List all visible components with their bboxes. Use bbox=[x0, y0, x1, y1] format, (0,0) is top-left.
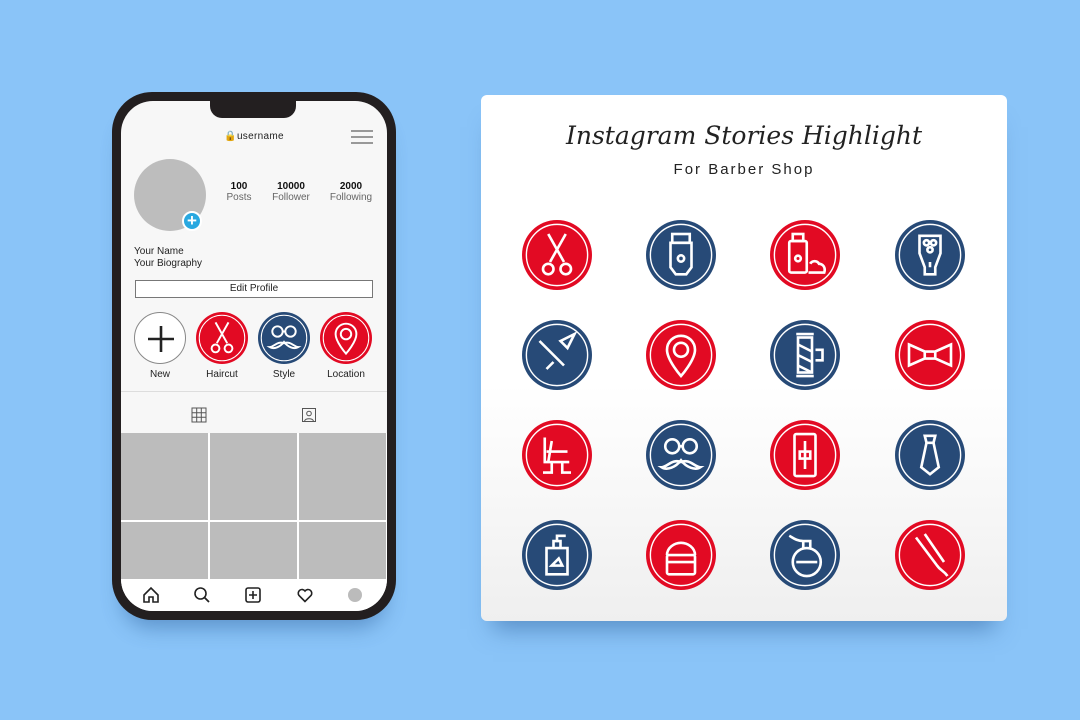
highlight-cover-electric-shaver[interactable] bbox=[895, 220, 965, 290]
highlight-label: Location bbox=[327, 369, 365, 380]
plus-icon bbox=[148, 326, 174, 352]
highlight-label: Haircut bbox=[206, 369, 238, 380]
bow-tie-icon bbox=[898, 323, 962, 387]
highlight-label: New bbox=[149, 369, 170, 380]
highlight-cover-barber-chair[interactable] bbox=[522, 420, 592, 490]
profile-name: Your Name bbox=[134, 246, 184, 257]
post-thumb[interactable] bbox=[210, 433, 297, 520]
username-header: 🔒username bbox=[224, 131, 284, 142]
electric-shaver-icon bbox=[898, 223, 962, 287]
menu-icon[interactable] bbox=[351, 130, 373, 148]
highlight-cover-cream-jar[interactable] bbox=[646, 520, 716, 590]
highlight-cover-hair-straightener[interactable] bbox=[895, 520, 965, 590]
highlight-cover-razor-blade[interactable] bbox=[770, 420, 840, 490]
divider bbox=[121, 391, 387, 392]
scissors-icon bbox=[198, 314, 246, 362]
post-thumb[interactable] bbox=[299, 433, 386, 520]
phone-notch bbox=[210, 101, 296, 118]
add-story-icon[interactable]: + bbox=[182, 211, 202, 231]
card-subtitle: For Barber Shop bbox=[673, 161, 815, 178]
stat-value: 10000 bbox=[277, 181, 305, 192]
perfume-bottle-icon bbox=[773, 523, 837, 587]
search-icon[interactable] bbox=[193, 586, 211, 604]
stat-label: Follower bbox=[272, 192, 310, 203]
grid-icon[interactable] bbox=[191, 407, 207, 423]
username: username bbox=[236, 131, 284, 142]
post-thumb[interactable] bbox=[121, 522, 208, 579]
add-post-icon[interactable] bbox=[244, 586, 262, 604]
highlight-location[interactable] bbox=[320, 312, 372, 364]
stat-posts[interactable]: 100 Posts bbox=[209, 181, 269, 203]
highlight-cover-straight-razor[interactable] bbox=[522, 320, 592, 390]
stat-value: 2000 bbox=[339, 181, 363, 192]
highlight-cover-barber-pole[interactable] bbox=[770, 320, 840, 390]
stat-following[interactable]: 2000 Following bbox=[321, 181, 381, 203]
stat-label: Following bbox=[329, 192, 373, 203]
pump-bottle-icon bbox=[525, 523, 589, 587]
highlight-new[interactable] bbox=[134, 312, 186, 364]
card-title: Instagram Stories Highlight bbox=[565, 121, 923, 150]
highlights-card: Instagram Stories Highlight For Barber S… bbox=[481, 95, 1007, 621]
edit-profile-button[interactable]: Edit Profile bbox=[135, 280, 373, 298]
highlight-cover-bow-tie[interactable] bbox=[895, 320, 965, 390]
highlight-cover-location-pin[interactable] bbox=[646, 320, 716, 390]
glasses-mustache-icon bbox=[260, 314, 308, 362]
highlight-cover-necktie[interactable] bbox=[895, 420, 965, 490]
hair-clipper-icon bbox=[649, 223, 713, 287]
bottom-nav bbox=[121, 579, 387, 611]
post-thumb[interactable] bbox=[121, 433, 208, 520]
hair-straightener-icon bbox=[898, 523, 962, 587]
heart-icon[interactable] bbox=[296, 586, 314, 604]
profile-icon[interactable] bbox=[348, 588, 362, 602]
glasses-mustache-icon bbox=[649, 423, 713, 487]
shaving-cream-icon bbox=[773, 223, 837, 287]
highlight-haircut[interactable] bbox=[196, 312, 248, 364]
highlight-label: Style bbox=[272, 369, 296, 380]
necktie-icon bbox=[898, 423, 962, 487]
posts-grid bbox=[121, 433, 387, 579]
highlight-cover-perfume-bottle[interactable] bbox=[770, 520, 840, 590]
highlight-cover-scissors[interactable] bbox=[522, 220, 592, 290]
scissors-icon bbox=[525, 223, 589, 287]
home-icon[interactable] bbox=[142, 586, 160, 604]
bio-block: Your Name Your Biography bbox=[134, 246, 202, 270]
phone-screen: 🔒username + 100 Posts 10000 Follower 2000 F… bbox=[121, 101, 387, 611]
highlight-cover-glasses-mustache[interactable] bbox=[646, 420, 716, 490]
tagged-icon[interactable] bbox=[301, 407, 317, 423]
post-thumb[interactable] bbox=[299, 522, 386, 579]
stat-value: 100 bbox=[230, 181, 248, 192]
stat-followers[interactable]: 10000 Follower bbox=[261, 181, 321, 203]
profile-biography: Your Biography bbox=[134, 258, 203, 269]
straight-razor-icon bbox=[525, 323, 589, 387]
barber-chair-icon bbox=[525, 423, 589, 487]
cream-jar-icon bbox=[649, 523, 713, 587]
razor-blade-icon bbox=[773, 423, 837, 487]
highlight-style[interactable] bbox=[258, 312, 310, 364]
location-pin-icon bbox=[322, 314, 370, 362]
highlight-cover-hair-clipper[interactable] bbox=[646, 220, 716, 290]
post-thumb[interactable] bbox=[210, 522, 297, 579]
phone-mockup: 🔒username + 100 Posts 10000 Follower 2000 F… bbox=[112, 92, 396, 620]
stat-label: Posts bbox=[226, 192, 252, 203]
highlight-cover-shaving-cream[interactable] bbox=[770, 220, 840, 290]
location-pin-icon bbox=[649, 323, 713, 387]
highlight-cover-pump-bottle[interactable] bbox=[522, 520, 592, 590]
barber-pole-icon bbox=[773, 323, 837, 387]
